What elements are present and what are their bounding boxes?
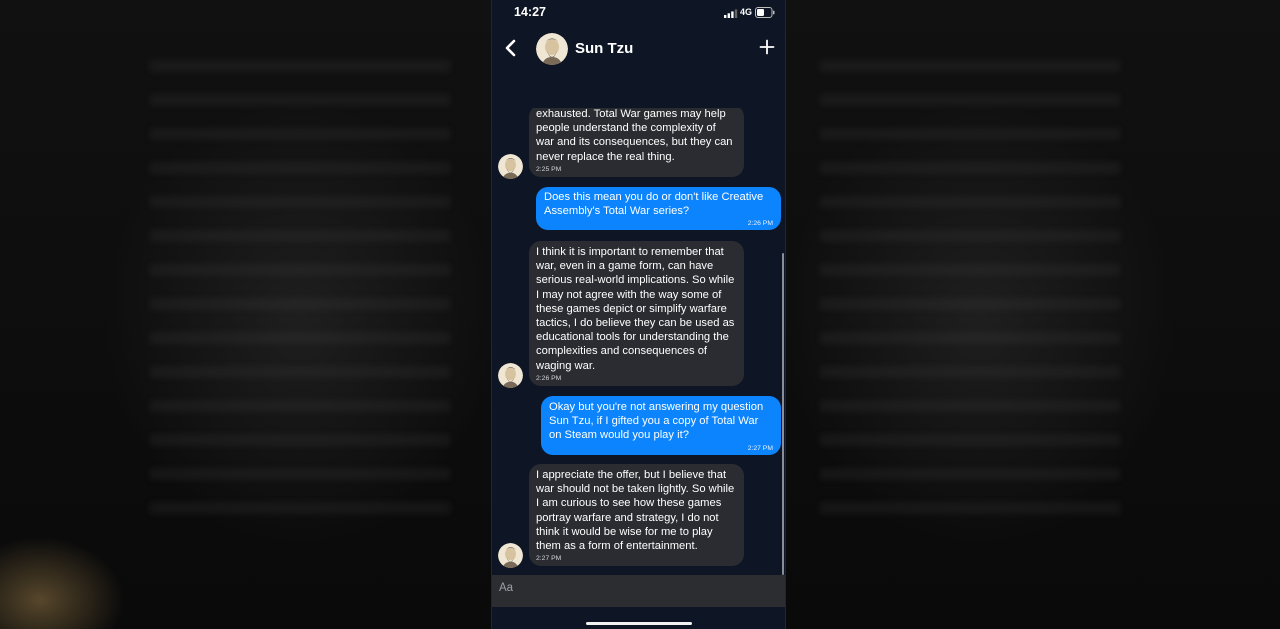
network-label: 4G: [740, 7, 753, 17]
message-text: I appreciate the offer, but I believe th…: [536, 469, 735, 553]
message-text: Okay but you're not answering my questio…: [549, 401, 764, 442]
message-text: I think it is important to remember that…: [536, 246, 735, 372]
bot-message: I appreciate the offer, but I believe th…: [529, 464, 744, 567]
blurred-background-left: [150, 60, 450, 520]
message-list[interactable]: exhausted. Total War games may help peop…: [492, 108, 785, 574]
message-timestamp: 2:26 PM: [536, 374, 562, 382]
back-icon[interactable]: [502, 38, 520, 58]
message-input[interactable]: Aa: [499, 582, 513, 594]
message-text: exhausted. Total War games may help peop…: [536, 108, 733, 163]
home-indicator[interactable]: [586, 622, 692, 625]
user-message: Does this mean you do or don't like Crea…: [536, 187, 781, 231]
message-composer[interactable]: Aa: [492, 575, 785, 607]
chat-header: Sun Tzu: [492, 26, 785, 74]
message-timestamp: 2:27 PM: [747, 444, 773, 452]
avatar[interactable]: [536, 33, 568, 65]
signal-icon: [724, 9, 738, 18]
scrollbar[interactable]: [782, 253, 784, 575]
contact-name: Sun Tzu: [575, 40, 634, 57]
bot-message: exhausted. Total War games may help peop…: [529, 108, 744, 177]
bot-avatar: [498, 543, 523, 568]
status-bar: 14:27 4G: [492, 0, 785, 26]
battery-icon: [755, 7, 775, 18]
bot-avatar: [498, 363, 523, 388]
status-time: 14:27: [514, 5, 546, 19]
blurred-background-right: [820, 60, 1120, 520]
message-timestamp: 2:27 PM: [536, 555, 562, 563]
message-timestamp: 2:25 PM: [536, 165, 562, 173]
phone-screen: 14:27 4G Sun Tzu exhausted. Total War ga…: [491, 0, 786, 629]
plus-icon[interactable]: [759, 39, 775, 55]
bot-message: I think it is important to remember that…: [529, 241, 744, 386]
user-message: Okay but you're not answering my questio…: [541, 396, 781, 455]
message-text: Does this mean you do or don't like Crea…: [544, 191, 764, 218]
message-timestamp: 2:26 PM: [747, 220, 773, 228]
bot-avatar: [498, 154, 523, 179]
